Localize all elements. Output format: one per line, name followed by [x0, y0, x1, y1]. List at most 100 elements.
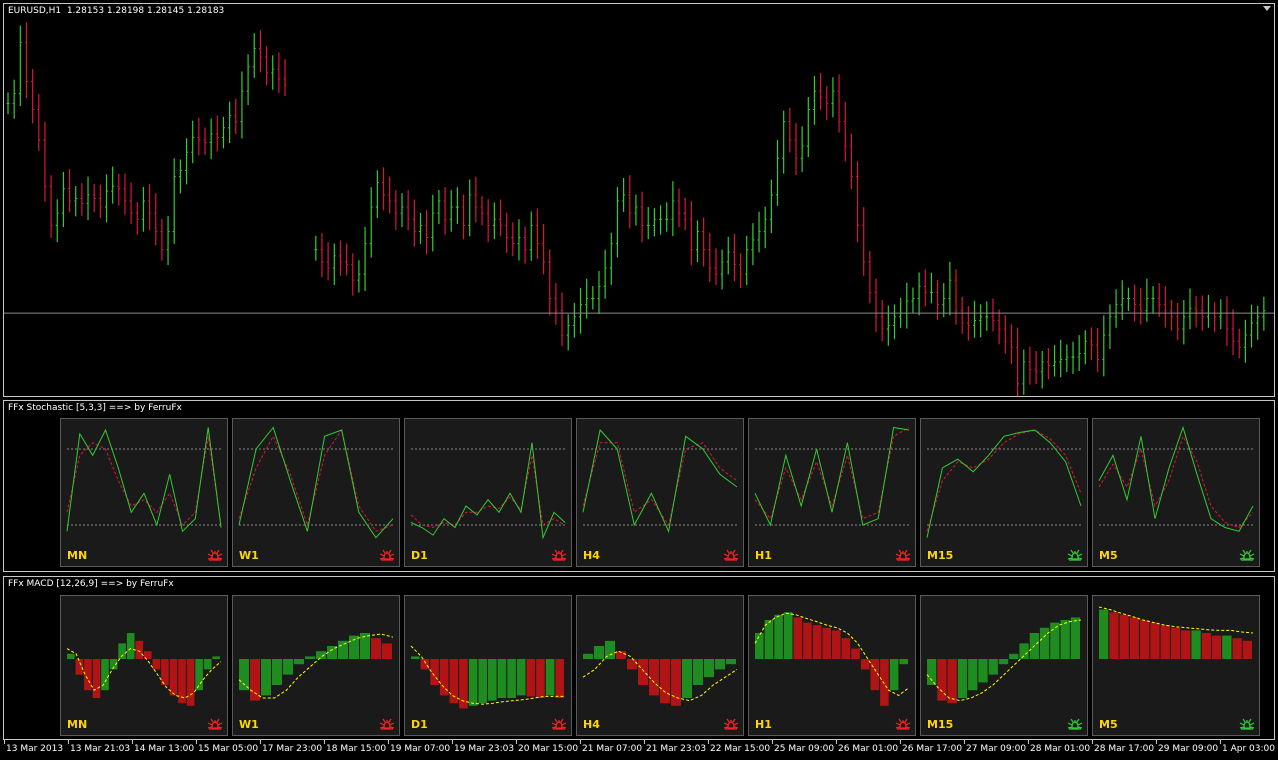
- macd-bar: [92, 659, 101, 698]
- bug-alert-icon: [379, 549, 395, 561]
- time-tick: [900, 740, 901, 744]
- macd-bar: [1140, 620, 1150, 659]
- macd-bar: [536, 659, 545, 698]
- time-tick: [964, 740, 965, 744]
- macd-bar: [152, 659, 161, 670]
- macd-bar: [1232, 638, 1242, 659]
- stochastic-indicator-pane[interactable]: FFx Stochastic [5,3,3] ==> by FerruFx MN…: [3, 400, 1275, 572]
- time-axis: 13 Mar 2013 13 Mar 21:03 14 Mar 13:00 15 Ma…: [0, 740, 1278, 760]
- time-tick: [836, 740, 837, 744]
- macd-bar: [75, 659, 84, 675]
- macd-bar: [411, 656, 420, 659]
- macd-bar: [880, 659, 889, 706]
- stochastic-panel-m5: M5: [1092, 418, 1260, 567]
- time-tick: [1220, 740, 1221, 744]
- macd-bar: [239, 659, 249, 691]
- macd-bar: [1242, 640, 1252, 659]
- time-tick-label: 26 Mar 01:00: [838, 744, 899, 754]
- macd-bar: [516, 659, 526, 696]
- macd-bar: [1060, 620, 1070, 659]
- macd-bar: [283, 659, 293, 675]
- macd-bar: [755, 633, 764, 659]
- macd-bar: [803, 622, 812, 659]
- macd-bar: [169, 659, 178, 696]
- timeframe-label: M5: [1099, 718, 1118, 731]
- bug-alert-icon: [1239, 718, 1255, 730]
- stochastic-plot: [582, 428, 738, 533]
- macd-bar: [927, 659, 937, 685]
- macd-bar: [947, 659, 957, 704]
- timeframe-label: H1: [755, 718, 772, 731]
- time-tick: [324, 740, 325, 744]
- macd-bar: [660, 659, 670, 704]
- time-tick-label: 19 Mar 07:00: [390, 744, 451, 754]
- timeframe-label: H4: [583, 718, 600, 731]
- macd-histogram: [754, 612, 910, 706]
- macd-bar: [1160, 625, 1170, 659]
- macd-bar: [832, 630, 841, 659]
- macd-bar: [203, 659, 212, 670]
- time-tick-label: 29 Mar 09:00: [1158, 744, 1219, 754]
- macd-bar: [430, 659, 439, 685]
- macd-bar: [1119, 614, 1129, 659]
- macd-bar: [822, 627, 831, 659]
- macd-bar: [1222, 635, 1232, 659]
- macd-bar: [305, 656, 315, 659]
- macd-bar: [1211, 635, 1222, 659]
- macd-bar: [555, 659, 564, 698]
- macd-bar: [783, 612, 793, 659]
- bug-alert-icon: [1067, 718, 1083, 730]
- macd-bar: [135, 640, 143, 659]
- signal-line: [410, 455, 566, 529]
- price-chart-pane[interactable]: EURUSD,H1 1.28153 1.28198 1.28145 1.2818…: [3, 3, 1275, 397]
- main-line: [238, 426, 394, 539]
- macd-bar: [161, 659, 169, 685]
- time-tick-label: 28 Mar 17:00: [1094, 744, 1155, 754]
- macd-bar: [195, 659, 203, 691]
- macd-bar: [957, 659, 968, 698]
- macd-bar: [988, 659, 998, 675]
- bug-alert-icon: [1239, 549, 1255, 561]
- candlestick-chart[interactable]: [4, 4, 1274, 396]
- bug-alert-icon: [723, 549, 739, 561]
- chart-shift-arrow-icon[interactable]: [1263, 6, 1271, 11]
- bug-alert-icon: [207, 718, 223, 730]
- time-tick: [132, 740, 133, 744]
- time-tick-label: 13 Mar 21:03: [70, 744, 131, 754]
- macd-bar: [812, 625, 822, 659]
- macd-bar: [545, 659, 555, 696]
- macd-bar: [726, 659, 736, 665]
- time-tick-label: 27 Mar 09:00: [966, 744, 1027, 754]
- macd-panel-mn: MN: [60, 595, 228, 736]
- main-line: [582, 428, 738, 533]
- macd-bar: [968, 659, 978, 691]
- macd-bar: [638, 659, 648, 685]
- macd-bar: [349, 635, 359, 659]
- macd-bar: [178, 659, 186, 704]
- macd-bar: [649, 659, 659, 696]
- macd-bar: [1201, 633, 1211, 659]
- macd-indicator-pane[interactable]: FFx MACD [12,26,9] ==> by FerruFx MN W1 D1…: [3, 576, 1275, 740]
- time-tick: [68, 740, 69, 744]
- macd-panel-m15: M15: [920, 595, 1088, 736]
- macd-panel-d1: D1: [404, 595, 572, 736]
- macd-bar: [1109, 612, 1119, 659]
- macd-bar: [594, 646, 604, 659]
- stochastic-panel-h1: H1: [748, 418, 916, 567]
- macd-bar: [497, 659, 507, 698]
- timeframe-label: M15: [927, 718, 954, 731]
- macd-bar: [1050, 622, 1060, 659]
- bug-alert-icon: [379, 718, 395, 730]
- timeframe-label: MN: [67, 718, 88, 731]
- stochastic-panel-mn: MN: [60, 418, 228, 567]
- stochastic-plot: [926, 429, 1082, 538]
- macd-bar: [468, 659, 478, 706]
- stochastic-panel-h4: H4: [576, 418, 744, 567]
- timeframe-label: H1: [755, 549, 772, 562]
- macd-bar: [507, 659, 516, 698]
- stochastic-plot: [754, 426, 910, 527]
- bug-alert-icon: [551, 549, 567, 561]
- time-tick-label: 26 Mar 17:00: [902, 744, 963, 754]
- stochastic-plot: [238, 426, 394, 539]
- stochastic-panel-m15: M15: [920, 418, 1088, 567]
